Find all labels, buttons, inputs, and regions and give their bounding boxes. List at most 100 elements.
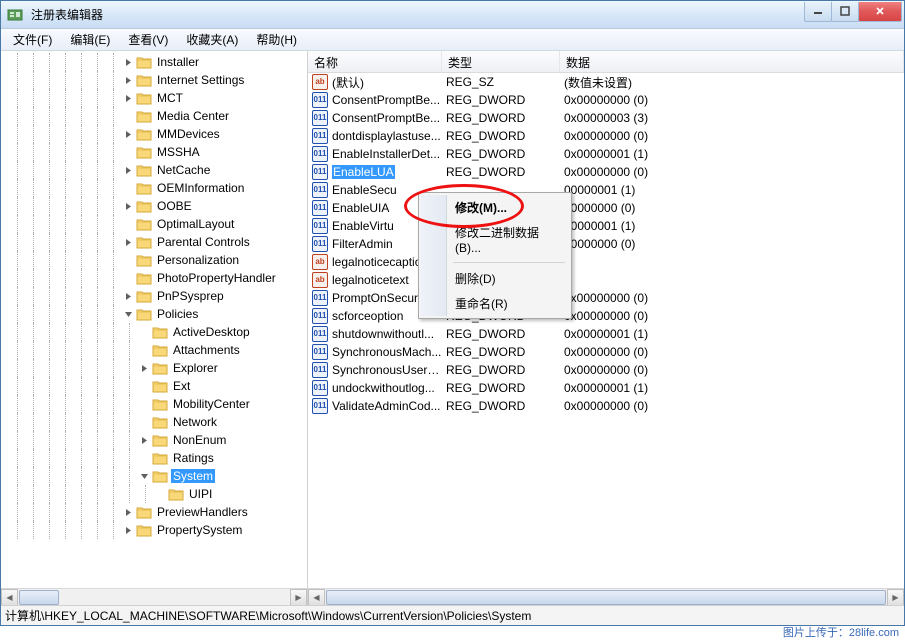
value-row[interactable]: 011PromptOnSecureD...REG_DWORD0x00000000… [308,289,904,307]
value-row[interactable]: 011SynchronousMach...REG_DWORD0x00000000… [308,343,904,361]
tree-row[interactable]: Personalization [1,251,307,269]
tree-label[interactable]: System [171,469,215,483]
value-row[interactable]: 011scforceoptionREG_DWORD0x00000000 (0) [308,307,904,325]
list-h-scrollbar[interactable]: ◀ ▶ [308,588,904,605]
tree-label[interactable]: Explorer [171,361,220,375]
tree-label[interactable]: OOBE [155,199,194,213]
tree-label[interactable]: Ext [171,379,192,393]
expand-icon[interactable] [139,435,150,446]
close-button[interactable] [858,2,902,22]
tree-row[interactable]: PreviewHandlers [1,503,307,521]
expand-icon[interactable] [123,57,134,68]
tree-row[interactable]: MobilityCenter [1,395,307,413]
expand-icon[interactable] [123,291,134,302]
tree-row[interactable]: Explorer [1,359,307,377]
expand-icon[interactable] [123,525,134,536]
menu-favorites[interactable]: 收藏夹(A) [178,29,246,50]
value-row[interactable]: 011EnableLUAREG_DWORD0x00000000 (0) [308,163,904,181]
tree-label[interactable]: ActiveDesktop [171,325,252,339]
titlebar[interactable]: 注册表编辑器 [1,1,904,29]
tree-label[interactable]: Installer [155,55,201,69]
tree-label[interactable]: Internet Settings [155,73,246,87]
tree-row[interactable]: MSSHA [1,143,307,161]
expand-icon[interactable] [123,75,134,86]
tree-label[interactable]: PnPSysprep [155,289,226,303]
tree-label[interactable]: NetCache [155,163,212,177]
expand-icon[interactable] [123,129,134,140]
tree-label[interactable]: Policies [155,307,200,321]
expand-icon[interactable] [123,237,134,248]
value-row[interactable]: 011ValidateAdminCod...REG_DWORD0x0000000… [308,397,904,415]
maximize-button[interactable] [831,2,859,22]
scroll-track[interactable] [325,589,887,606]
tree-row[interactable]: MCT [1,89,307,107]
collapse-icon[interactable] [139,471,150,482]
tree-row[interactable]: Media Center [1,107,307,125]
value-row[interactable]: 011shutdownwithoutl...REG_DWORD0x0000000… [308,325,904,343]
scroll-left-icon[interactable]: ◀ [1,589,18,606]
value-row[interactable]: 011EnableSecuREG_DWORD00000001 (1) [308,181,904,199]
tree-label[interactable]: MCT [155,91,185,105]
menu-edit[interactable]: 编辑(E) [62,29,118,50]
tree-label[interactable]: MMDevices [155,127,222,141]
expand-icon[interactable] [123,201,134,212]
value-row[interactable]: 011EnableInstallerDet...REG_DWORD0x00000… [308,145,904,163]
scroll-thumb[interactable] [19,590,59,605]
scroll-track[interactable] [18,589,290,606]
tree-label[interactable]: Network [171,415,219,429]
tree-row[interactable]: Ratings [1,449,307,467]
tree-row[interactable]: Policies [1,305,307,323]
value-row[interactable]: 011undockwithoutlog...REG_DWORD0x0000000… [308,379,904,397]
tree-label[interactable]: NonEnum [171,433,228,447]
menu-file[interactable]: 文件(F) [5,29,60,50]
tree-label[interactable]: OEMInformation [155,181,246,195]
context-menu-delete[interactable]: 删除(D) [421,266,569,291]
value-row[interactable]: 011FilterAdminREG_DWORD00000000 (0) [308,235,904,253]
column-data[interactable]: 数据 [560,51,904,72]
tree-row[interactable]: PropertySystem [1,521,307,539]
tree-row[interactable]: Internet Settings [1,71,307,89]
column-name[interactable]: 名称 [308,51,442,72]
tree-row[interactable]: Attachments [1,341,307,359]
tree-label[interactable]: Media Center [155,109,231,123]
tree-label[interactable]: Personalization [155,253,241,267]
tree-body[interactable]: Installer Internet Settings MCT Media Cente… [1,51,307,588]
tree-row[interactable]: Installer [1,53,307,71]
value-row[interactable]: 011SynchronousUserG...REG_DWORD0x0000000… [308,361,904,379]
collapse-icon[interactable] [123,309,134,320]
expand-icon[interactable] [123,93,134,104]
value-row[interactable]: 011ConsentPromptBe...REG_DWORD0x00000003… [308,109,904,127]
tree-row[interactable]: Parental Controls [1,233,307,251]
tree-label[interactable]: PreviewHandlers [155,505,250,519]
tree-label[interactable]: MSSHA [155,145,202,159]
value-row[interactable]: 011EnableUIAREG_DWORD00000000 (0) [308,199,904,217]
tree-row[interactable]: OOBE [1,197,307,215]
expand-icon[interactable] [139,363,150,374]
expand-icon[interactable] [123,165,134,176]
tree-row[interactable]: OEMInformation [1,179,307,197]
context-menu-modify[interactable]: 修改(M)... [421,195,569,220]
tree-label[interactable]: OptimalLayout [155,217,236,231]
tree-row[interactable]: System [1,467,307,485]
context-menu-modify-binary[interactable]: 修改二进制数据(B)... [421,220,569,259]
tree-row[interactable]: NetCache [1,161,307,179]
tree-label[interactable]: UIPI [187,487,214,501]
value-row[interactable]: 011dontdisplaylastuse...REG_DWORD0x00000… [308,127,904,145]
scroll-right-icon[interactable]: ▶ [290,589,307,606]
menu-help[interactable]: 帮助(H) [248,29,305,50]
tree-row[interactable]: OptimalLayout [1,215,307,233]
scroll-right-icon[interactable]: ▶ [887,589,904,606]
tree-label[interactable]: Parental Controls [155,235,252,249]
value-row[interactable]: 011EnableVirtuREG_DWORD00000001 (1) [308,217,904,235]
value-row[interactable]: ab(默认)REG_SZ(数值未设置) [308,73,904,91]
tree-label[interactable]: PhotoPropertyHandler [155,271,278,285]
tree-label[interactable]: PropertySystem [155,523,244,537]
context-menu-rename[interactable]: 重命名(R) [421,291,569,316]
scroll-left-icon[interactable]: ◀ [308,589,325,606]
tree-row[interactable]: UIPI [1,485,307,503]
value-row[interactable]: ablegalnoticetextREG_SZ [308,271,904,289]
tree-label[interactable]: Attachments [171,343,242,357]
tree-row[interactable]: Ext [1,377,307,395]
column-type[interactable]: 类型 [442,51,560,72]
tree-row[interactable]: Network [1,413,307,431]
